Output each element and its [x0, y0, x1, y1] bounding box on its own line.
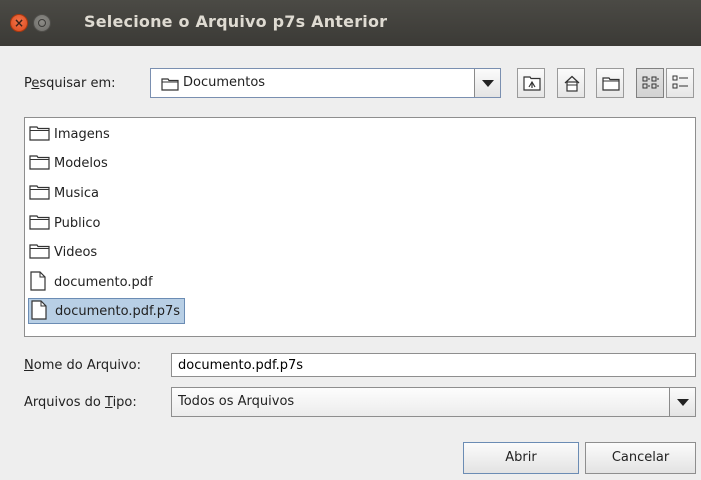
- list-item-folder[interactable]: Musica: [28, 180, 103, 206]
- list-item-folder[interactable]: Imagens: [28, 121, 114, 147]
- list-item-folder[interactable]: Publico: [28, 210, 104, 236]
- file-list[interactable]: Imagens Modelos Musica Publico Videos do…: [24, 117, 696, 337]
- details-view-icon: [672, 75, 688, 89]
- folder-icon: [28, 210, 54, 236]
- up-one-level-button[interactable]: [517, 68, 545, 98]
- list-item-label: Modelos: [54, 155, 108, 171]
- file-name-label: Nome do Arquivo:: [24, 358, 141, 373]
- list-item-folder[interactable]: Modelos: [28, 150, 112, 176]
- open-button[interactable]: Abrir: [463, 442, 579, 474]
- list-item-label: Publico: [54, 215, 101, 231]
- folder-icon: [28, 239, 54, 265]
- minimize-icon: [38, 19, 46, 27]
- folder-icon: [28, 121, 54, 147]
- look-in-label: Pesquisar em:: [24, 76, 116, 91]
- list-view-button[interactable]: [636, 68, 664, 98]
- folder-icon: [28, 180, 54, 206]
- list-item-file-selected[interactable]: documento.pdf.p7s: [28, 298, 186, 324]
- close-window-button[interactable]: ×: [10, 14, 28, 32]
- folder-icon: [161, 77, 179, 95]
- folder-icon: [28, 150, 54, 176]
- close-icon: ×: [13, 16, 25, 30]
- list-item-label: documento.pdf.p7s: [55, 303, 181, 319]
- look-in-combo[interactable]: Documentos: [150, 68, 501, 98]
- look-in-dropdown-button[interactable]: [474, 69, 500, 97]
- new-folder-icon: [602, 77, 620, 91]
- list-view-icon: [642, 76, 659, 89]
- minimize-window-button[interactable]: [33, 14, 51, 32]
- home-button[interactable]: [557, 68, 585, 98]
- list-item-label: Musica: [54, 185, 99, 201]
- file-name-input[interactable]: [171, 353, 696, 377]
- list-item-label: Videos: [54, 244, 98, 260]
- list-item-label: Imagens: [54, 126, 110, 142]
- look-in-value: Documentos: [183, 75, 266, 90]
- up-one-level-icon: [523, 76, 541, 91]
- file-type-combo[interactable]: Todos os Arquivos: [171, 387, 696, 417]
- list-item-folder[interactable]: Videos: [28, 239, 101, 265]
- file-type-dropdown-button[interactable]: [669, 388, 695, 416]
- file-type-value: Todos os Arquivos: [178, 394, 295, 409]
- home-icon: [564, 75, 580, 92]
- file-type-label: Arquivos do Tipo:: [24, 395, 137, 410]
- file-icon: [29, 298, 55, 324]
- cancel-button[interactable]: Cancelar: [585, 442, 696, 474]
- title-bar: × Selecione o Arquivo p7s Anterior: [0, 0, 701, 46]
- new-folder-button[interactable]: [596, 68, 624, 98]
- list-item-file[interactable]: documento.pdf: [28, 269, 157, 295]
- file-icon: [28, 269, 54, 295]
- file-chooser-dialog: × Selecione o Arquivo p7s Anterior Pesqu…: [0, 0, 701, 480]
- details-view-button[interactable]: [666, 68, 694, 98]
- window-title: Selecione o Arquivo p7s Anterior: [84, 12, 388, 31]
- list-item-label: documento.pdf: [54, 274, 153, 290]
